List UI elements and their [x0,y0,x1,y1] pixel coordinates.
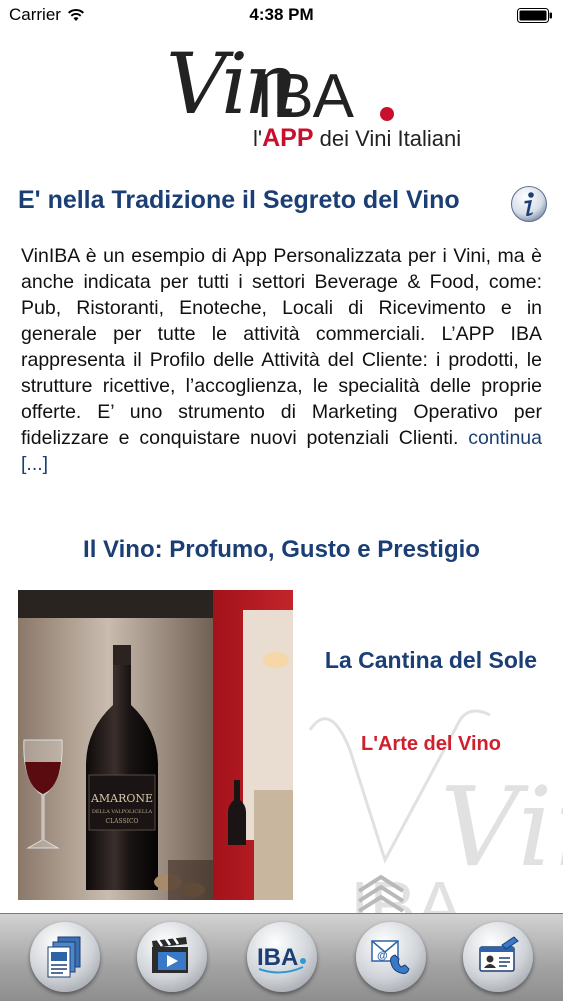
iba-logo-icon: IBA [257,944,306,974]
logo-dot [380,107,394,121]
feature-subtitle[interactable]: L'Arte del Vino [306,733,556,756]
svg-text:DELLA VALPOLICELLA: DELLA VALPOLICELLA [92,809,153,815]
app-logo: Vin IBA l'APP dei Vini Italiani [0,25,563,165]
wine-bottle-photo: AMARONE DELLA VALPOLICELLA CLASSICO [18,590,293,900]
contact-mail-icon: @ [371,940,410,974]
battery-icon [517,8,552,23]
logo-tagline-rest: dei Vini Italiani [313,126,462,151]
chevron-up-icon[interactable] [353,873,409,913]
logo-tagline-prefix: l' [253,126,263,151]
svg-text:IBA: IBA [257,944,298,971]
section-title-tradition: E' nella Tradizione il Segreto del Vino [18,186,460,214]
svg-text:AMARONE: AMARONE [90,792,153,805]
tab-profile[interactable] [463,922,533,992]
info-icon[interactable] [510,185,548,223]
logo-tagline-app: APP [262,124,314,152]
intro-text: VinIBA è un esempio di App Personalizzat… [21,245,542,449]
tab-bar: IBA @ [0,913,563,1001]
document-icon [47,936,81,978]
svg-text:CLASSICO: CLASSICO [106,818,139,825]
section-title-wine: Il Vino: Profumo, Gusto e Prestigio [83,536,480,563]
tab-iba[interactable]: IBA [247,922,317,992]
logo-tagline: l'APP dei Vini Italiani [253,124,461,153]
tab-video[interactable] [137,922,207,992]
svg-text:@: @ [377,950,388,962]
tab-documents[interactable] [30,922,100,992]
feature-title[interactable]: La Cantina del Sole [306,647,556,674]
status-time: 4:38 PM [249,5,314,24]
logo-iba: IBA [256,62,354,131]
video-icon [152,937,188,973]
id-card-icon [479,936,519,972]
intro-paragraph: VinIBA è un esempio di App Personalizzat… [21,243,542,477]
tab-contacts[interactable]: @ [356,922,426,992]
vin-watermark: Vin IBA [308,709,563,920]
